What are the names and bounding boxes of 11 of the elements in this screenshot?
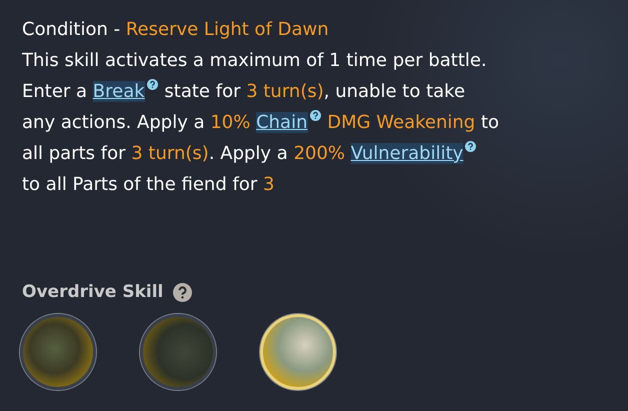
info-icon[interactable]: [465, 141, 476, 152]
skill-description: Enter a Break state for 3 turn(s), unable to take any actions. Apply a 10% Chain DMG Weakening to all parts for 3 turn(s). Apply a 200% Vulnerability to all Parts of the fiend for 3: [22, 78, 500, 197]
term-link[interactable]: Chain: [256, 112, 308, 133]
term-link[interactable]: Vulnerability: [350, 143, 464, 164]
section-title: Overdrive Skill: [22, 282, 164, 302]
info-icon[interactable]: [146, 79, 158, 90]
condition-title: Condition - Reserve Light of Dawn: [22, 18, 330, 42]
skill-description: This skill activates a maximum of 1 time per battle.: [22, 49, 488, 73]
help-icon[interactable]: [173, 282, 192, 302]
info-icon[interactable]: [310, 110, 320, 121]
term-link[interactable]: Break: [92, 81, 145, 102]
